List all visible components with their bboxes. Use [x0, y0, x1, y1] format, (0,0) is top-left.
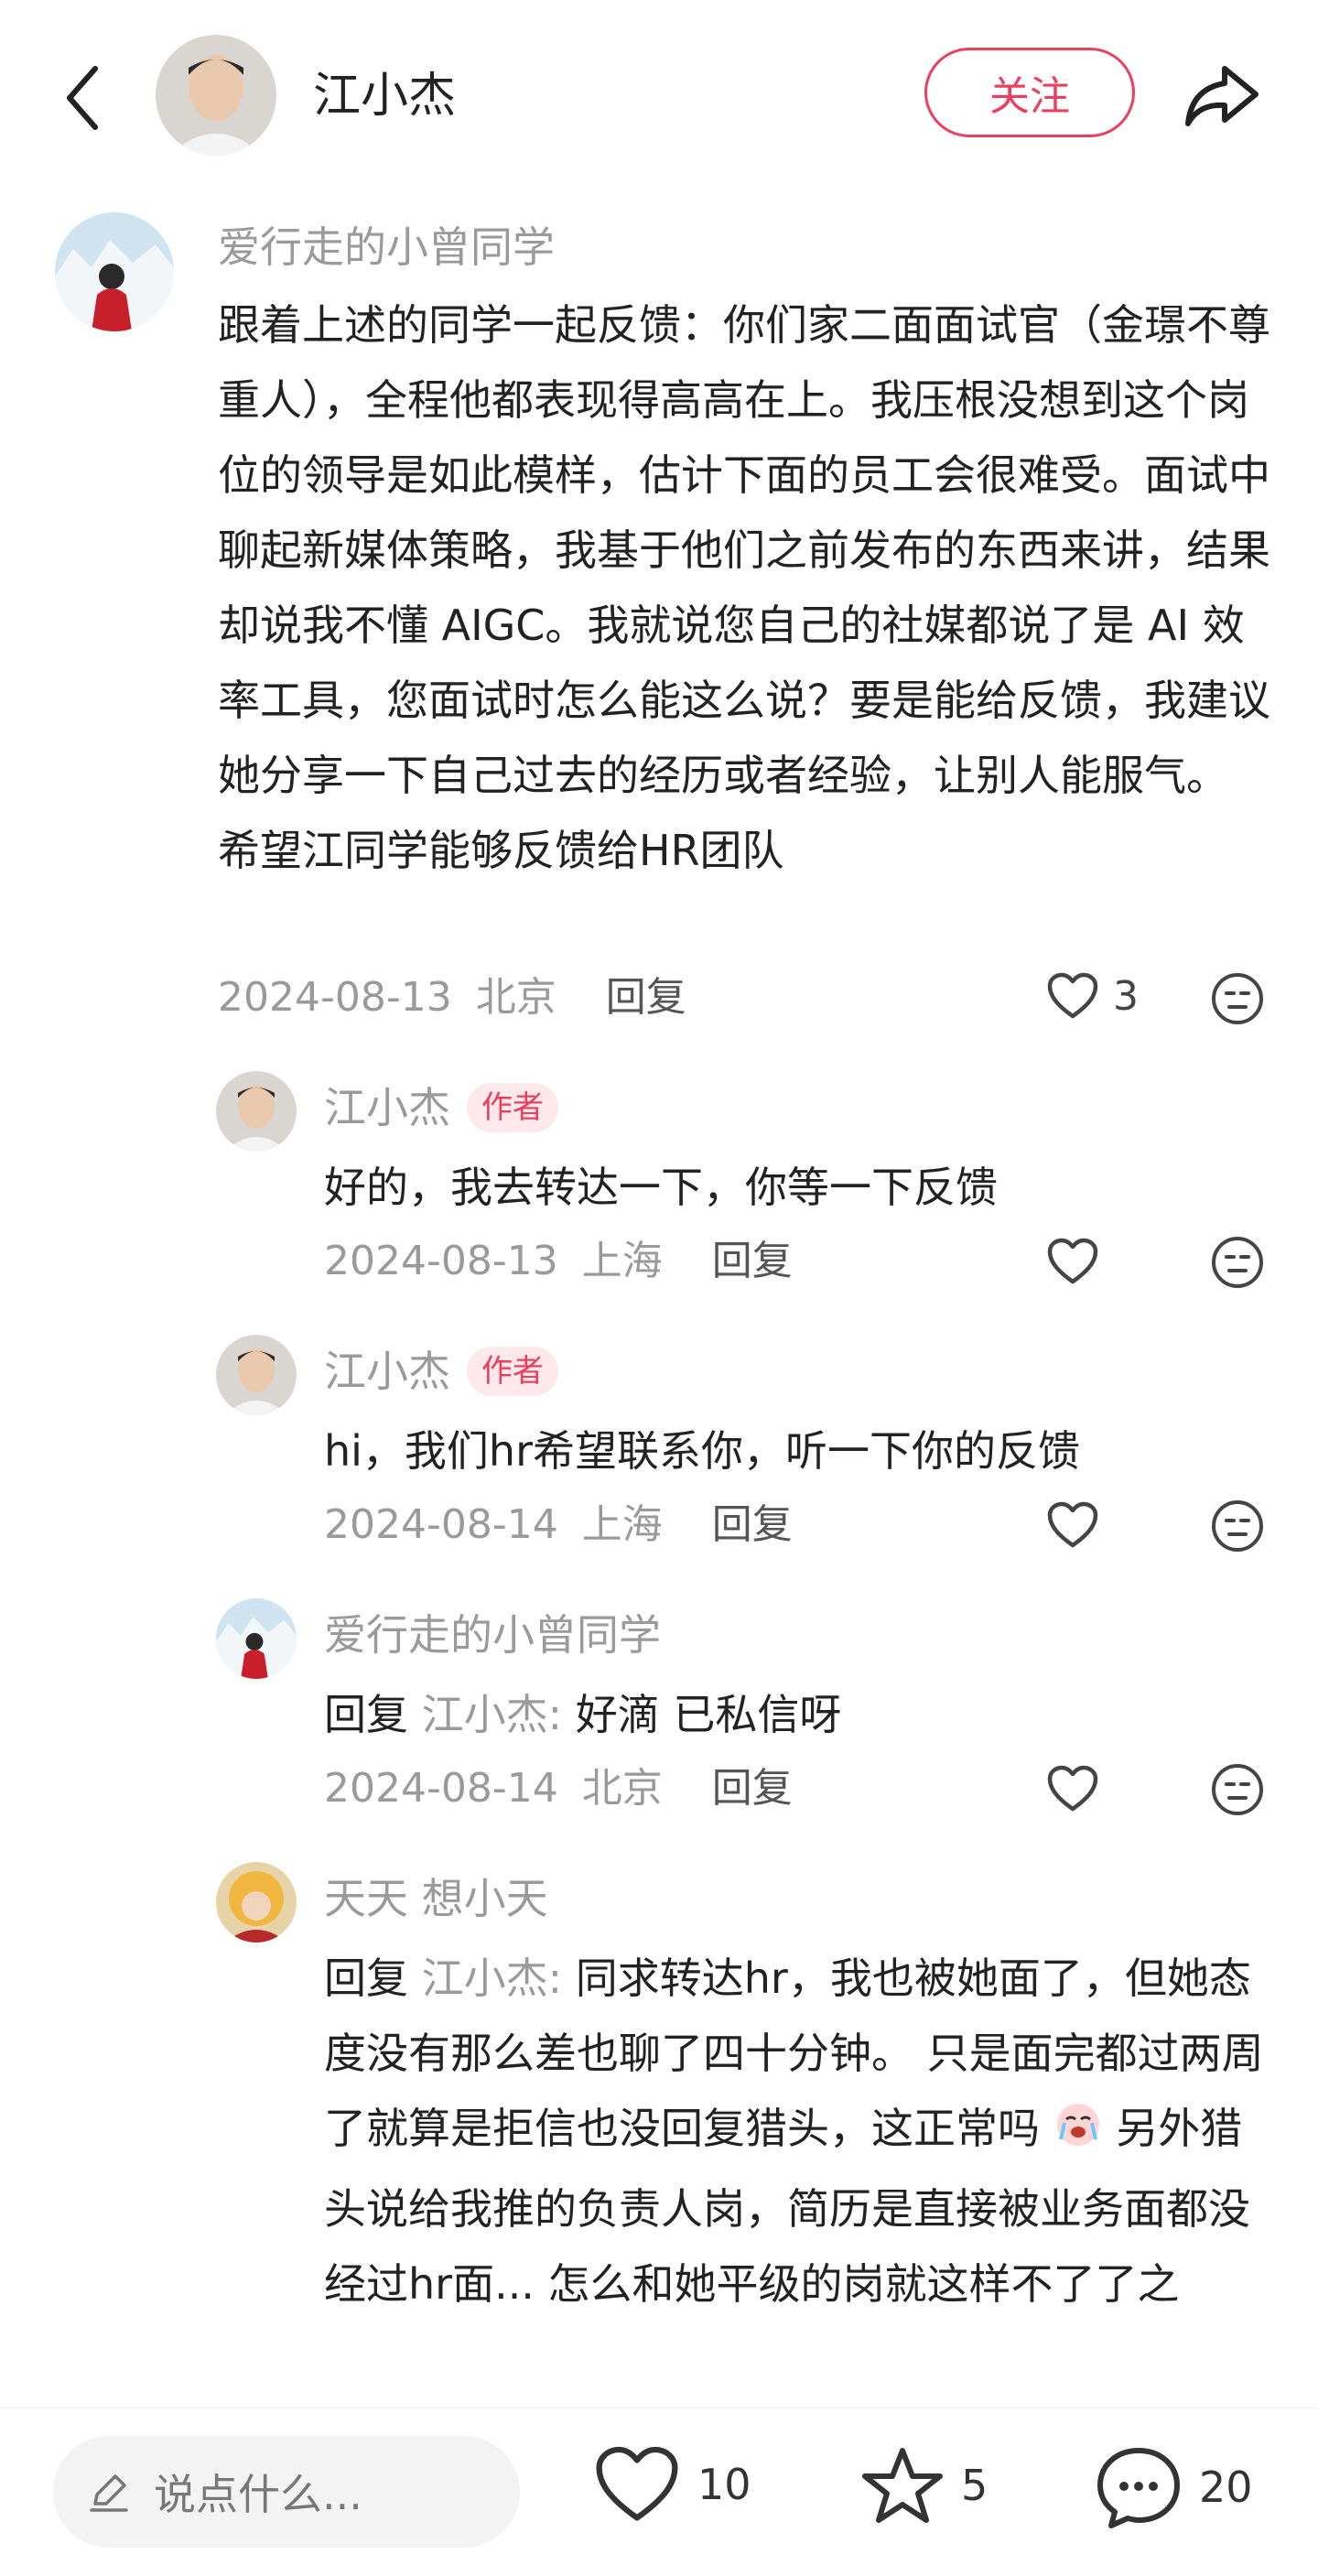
comment-date: 2024-08-13: [218, 974, 452, 1021]
top-nav-bar: 江小杰 关注: [0, 0, 1318, 183]
comment-text: 跟着上述的同学一起反馈：你们家二面面试官（金璟不尊重人），全程他都表现得高高在上…: [218, 300, 1270, 875]
reply-date: 2024-08-14: [324, 1501, 558, 1548]
follow-button[interactable]: 关注: [924, 48, 1135, 137]
meh-face-icon: [1212, 1764, 1263, 1815]
comment-author[interactable]: 爱行走的小曾同学: [218, 220, 555, 275]
comment-input[interactable]: 说点什么...: [53, 2436, 520, 2548]
reply-button[interactable]: 回复: [712, 1765, 793, 1812]
author-badge: 作者: [467, 1347, 558, 1396]
heart-icon: [1047, 1238, 1098, 1284]
meh-face-icon: [1212, 973, 1263, 1024]
star-icon: [862, 2448, 943, 2523]
comment-button[interactable]: 20: [1095, 2445, 1253, 2529]
reply-text: 回复 江小杰: 好滴 已私信呀: [324, 1677, 1258, 1752]
like-button[interactable]: [1047, 1501, 1098, 1549]
comment-location: 北京: [475, 974, 556, 1021]
reply-text: hi，我们hr希望联系你，听一下你的反馈: [324, 1426, 1081, 1476]
reply-body: 好滴 已私信呀: [575, 1690, 842, 1739]
bottom-action-bar: 说点什么... 10 5 20: [0, 2408, 1318, 2576]
reply-button[interactable]: 回复: [712, 1238, 793, 1284]
like-button[interactable]: [1047, 1238, 1098, 1285]
reply-prefix: 回复: [324, 1954, 408, 2003]
reply-author[interactable]: 天天 想小天: [324, 1871, 548, 1926]
reply-author[interactable]: 爱行走的小曾同学: [324, 1607, 661, 1662]
reply-author[interactable]: 江小杰 作者: [324, 1344, 558, 1399]
reply-meta: 2024-08-14 上海 回复: [324, 1498, 793, 1553]
dislike-button[interactable]: [1211, 972, 1264, 1029]
meh-face-icon: [1212, 1237, 1263, 1288]
reply-date: 2024-08-14: [324, 1765, 558, 1812]
collect-count: 5: [961, 2461, 988, 2510]
pencil-icon: [90, 2474, 128, 2512]
back-button[interactable]: [55, 57, 110, 139]
reply-meta: 2024-08-13 上海 回复: [324, 1234, 793, 1289]
comment-count: 20: [1199, 2462, 1253, 2512]
collect-button[interactable]: 5: [860, 2445, 988, 2526]
page-title: 江小杰: [313, 69, 457, 124]
dislike-button[interactable]: [1211, 1763, 1264, 1820]
reply-to-user[interactable]: 江小杰:: [422, 1954, 563, 2003]
heart-icon: [1047, 972, 1098, 1019]
reply-location: 上海: [581, 1238, 663, 1284]
dislike-button[interactable]: [1211, 1499, 1264, 1556]
reply-button[interactable]: 回复: [606, 974, 686, 1021]
reply-button[interactable]: 回复: [712, 1501, 793, 1548]
heart-icon: [596, 2446, 678, 2521]
dislike-button[interactable]: [1211, 1236, 1264, 1293]
reply-location: 北京: [581, 1765, 663, 1812]
reply-prefix: 回复: [324, 1690, 408, 1739]
like-button[interactable]: 3: [1047, 972, 1139, 1020]
share-button[interactable]: [1181, 55, 1263, 137]
commenter-avatar[interactable]: [55, 212, 174, 331]
reply-avatar[interactable]: [216, 1862, 297, 1943]
reply-location: 上海: [581, 1501, 663, 1548]
reply-to-user[interactable]: 江小杰:: [422, 1690, 563, 1739]
like-count: 3: [1113, 972, 1139, 1020]
reply-author[interactable]: 江小杰 作者: [324, 1080, 558, 1135]
heart-icon: [1047, 1501, 1098, 1548]
meh-face-icon: [1212, 1500, 1263, 1552]
author-avatar[interactable]: [156, 35, 276, 156]
comment-bubble-icon: [1097, 2448, 1180, 2528]
comment-meta: 2024-08-13 北京 回复: [218, 970, 686, 1025]
reply-author-name: 江小杰: [324, 1347, 450, 1396]
reply-avatar[interactable]: [216, 1071, 297, 1152]
reply-text: 回复 江小杰: 同求转达hr，我也被她面了，但她态度没有那么差也聊了四十分钟。 …: [324, 1941, 1267, 2322]
reply-avatar[interactable]: [216, 1335, 297, 1415]
share-icon: [1185, 66, 1259, 126]
reply-date: 2024-08-13: [324, 1238, 558, 1284]
like-button[interactable]: [1047, 1765, 1098, 1813]
reply-author-name: 江小杰: [324, 1083, 450, 1132]
comment-input-placeholder: 说点什么...: [154, 2470, 362, 2519]
crying-emoji-icon: [1053, 2096, 1103, 2171]
back-arrow-icon: [67, 66, 98, 130]
heart-icon: [1047, 1765, 1098, 1812]
author-badge: 作者: [467, 1083, 558, 1132]
reply-text: 好的，我去转达一下，你等一下反馈: [324, 1163, 998, 1212]
reply-meta: 2024-08-14 北京 回复: [324, 1761, 793, 1816]
like-count: 10: [697, 2460, 751, 2509]
like-post-button[interactable]: 10: [593, 2445, 751, 2524]
reply-avatar[interactable]: [216, 1598, 297, 1679]
